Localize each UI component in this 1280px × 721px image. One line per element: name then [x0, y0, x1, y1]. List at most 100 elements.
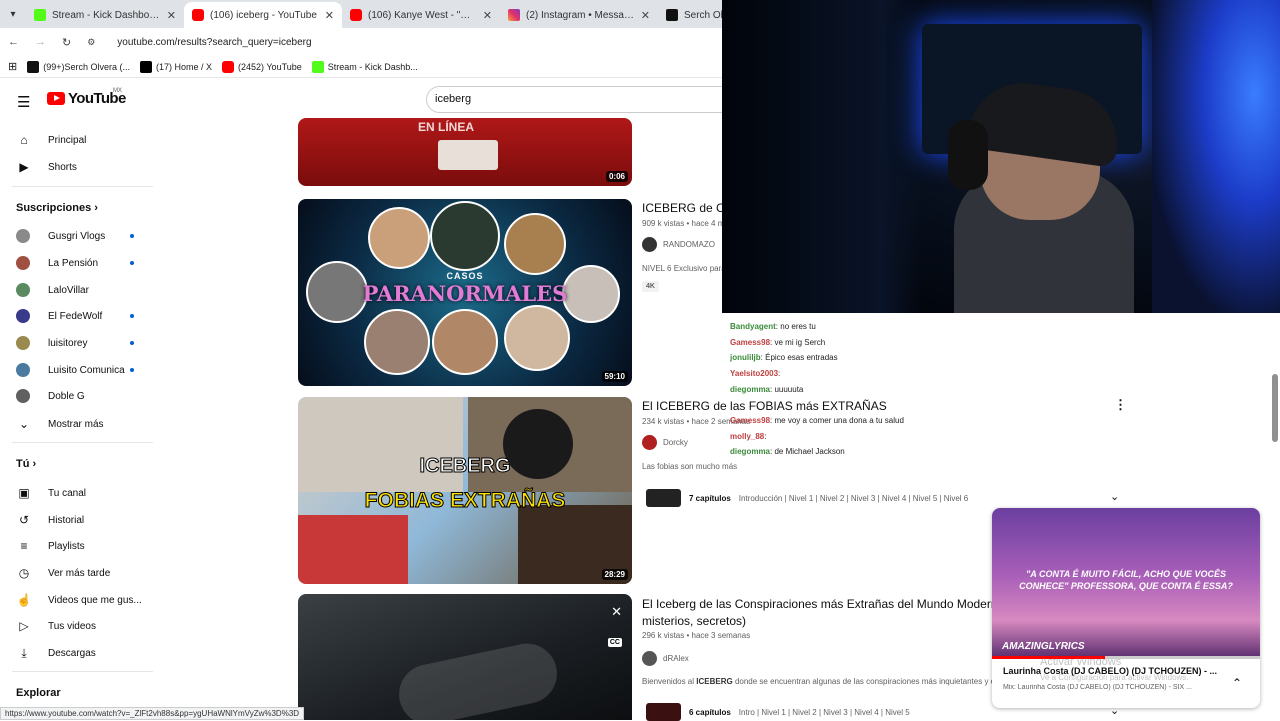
sidebar-sub-lapension[interactable]: La Pensión	[16, 256, 146, 270]
video-thumbnail[interactable]: EN LÍNEA 0:06	[298, 118, 632, 186]
search-input[interactable]: iceberg	[426, 86, 726, 113]
subscriptions-heading[interactable]: Suscripciones ›	[16, 202, 98, 214]
channel-link[interactable]: RANDOMAZO	[642, 237, 715, 252]
duration-badge: 28:29	[601, 569, 628, 580]
close-icon[interactable]: ✕	[641, 9, 650, 22]
tab-search-button[interactable]: ▾	[0, 0, 26, 28]
home-icon: ⌂	[20, 133, 28, 147]
blue-light	[1152, 0, 1280, 313]
kick-icon	[34, 9, 46, 21]
video-thumbnail[interactable]: ICEBERG FOBIAS EXTRAÑAS 28:29	[298, 397, 632, 584]
thumbnail-face	[368, 207, 430, 269]
bookmark-tiktok[interactable]: (99+)Serch Olvera (...	[27, 60, 130, 73]
bookmark-youtube[interactable]: (2452) YouTube	[222, 60, 302, 73]
sidebar-item-tus-videos[interactable]: ▷ Tus videos	[16, 618, 146, 634]
chat-message: Bandyagent: no eres tu	[730, 322, 816, 331]
progress-bar[interactable]	[992, 656, 1260, 659]
sidebar-item-descargas[interactable]: ⤓ Descargas	[16, 645, 146, 661]
forward-icon[interactable]: →	[35, 36, 46, 48]
status-bar-url: https://www.youtube.com/watch?v=_ZlFt2vh…	[0, 707, 305, 720]
quality-badge: 4K	[642, 281, 659, 292]
tab-instagram[interactable]: (2) Instagram • Messages ✕	[500, 2, 658, 28]
chat-message: jonuliljb: Épico esas entradas	[730, 353, 838, 362]
chat-message: Gamess98: ve mi ig Serch	[730, 338, 826, 347]
avatar	[16, 229, 30, 243]
sidebar-item-principal[interactable]: ⌂ Principal	[16, 132, 146, 148]
channel-link[interactable]: Dorcky	[642, 435, 688, 450]
chevron-down-icon: ⌄	[18, 417, 30, 431]
close-icon[interactable]: ✕	[167, 9, 176, 22]
avatar	[642, 435, 657, 450]
sidebar-item-shorts[interactable]: ▶ Shorts	[16, 159, 146, 175]
tab-youtube-kanye[interactable]: (106) Kanye West - "Come to Li✕	[342, 2, 500, 28]
sidebar-sub-dobleg[interactable]: Doble G	[16, 389, 146, 403]
mute-icon[interactable]: ✕	[611, 604, 622, 620]
you-heading[interactable]: Tú ›	[16, 458, 36, 470]
sidebar-sub-fedewolf[interactable]: El FedeWolf	[16, 309, 146, 323]
video-title[interactable]: El Iceberg de las Conspiraciones más Ext…	[642, 596, 994, 613]
video-thumbnail[interactable]: CASOS PARANORMALES 59:10	[298, 199, 632, 386]
youtube-logo[interactable]: YouTube MX	[47, 88, 126, 107]
channel-brand: AMAZINGLYRICS	[1002, 641, 1085, 652]
mini-player-video[interactable]: "A CONTA É MUITO FÁCIL, ACHO QUE VOCÊS C…	[992, 508, 1260, 658]
thumbnail-image	[438, 140, 498, 170]
avatar	[16, 363, 30, 377]
channel-link[interactable]: dRAlex	[642, 651, 689, 666]
avatar	[642, 651, 657, 666]
youtube-icon	[192, 9, 204, 21]
sidebar-sub-lalovillar[interactable]: LaloVillar	[16, 283, 146, 297]
close-icon[interactable]: ✕	[483, 9, 492, 22]
download-icon: ⤓	[21, 645, 27, 660]
sidebar-sub-luisitocomunica[interactable]: Luisito Comunica	[16, 363, 146, 377]
chevron-right-icon: ›	[94, 202, 98, 214]
sidebar-item-liked[interactable]: ☝ Videos que me gus...	[16, 592, 146, 608]
avatar	[16, 309, 30, 323]
url-field[interactable]: youtube.com/results?search_query=iceberg	[117, 37, 311, 48]
back-icon[interactable]: ←	[8, 36, 19, 48]
tiktok-icon	[666, 9, 678, 21]
channel-icon: ▣	[18, 486, 30, 500]
menu-icon[interactable]: ☰	[17, 93, 30, 111]
captions-icon[interactable]: CC	[607, 638, 622, 647]
sidebar-item-ver-mas-tarde[interactable]: ◷ Ver más tarde	[16, 565, 146, 581]
site-info-icon[interactable]: ⚙	[87, 37, 95, 48]
bookmark-x[interactable]: (17) Home / X	[140, 60, 212, 73]
webcam-background	[722, 0, 922, 313]
thumbnail-text: CASOS	[446, 271, 484, 281]
chat-message: molly_88:	[730, 432, 767, 441]
video-meta: 296 k vistas • hace 3 semanas	[642, 631, 751, 640]
tab-kick[interactable]: Stream - Kick Dashboard ✕	[26, 2, 184, 28]
close-icon[interactable]: ✕	[325, 9, 334, 22]
tab-youtube-iceberg[interactable]: (106) iceberg - YouTube ✕	[184, 2, 342, 28]
mini-player-subtitle: Mix: Laurinha Costa (DJ CABELO) (DJ TCHO…	[1003, 684, 1192, 691]
reload-icon[interactable]: ↻	[62, 36, 71, 49]
sidebar-sub-luisitorey[interactable]: luisitorey	[16, 336, 146, 350]
new-content-dot	[130, 341, 134, 345]
sidebar-item-historial[interactable]: ↺ Historial	[16, 512, 146, 528]
duration-badge: 0:06	[605, 171, 628, 182]
chat-message: Gamess98: me voy a comer una dona a tu s…	[730, 416, 904, 425]
thumbnail-text: ICEBERG	[419, 455, 511, 478]
sidebar-show-more[interactable]: ⌄ Mostrar más	[16, 416, 146, 432]
explore-heading: Explorar	[16, 687, 61, 699]
sidebar-item-tu-canal[interactable]: ▣ Tu canal	[16, 485, 146, 501]
video-thumbnail[interactable]: ✕ CC	[298, 594, 632, 720]
sidebar-item-playlists[interactable]: ≡ Playlists	[16, 538, 146, 554]
scrollbar-thumb[interactable]	[1272, 374, 1278, 442]
new-content-dot	[130, 314, 134, 318]
windows-watermark: Activar Windows	[1040, 656, 1122, 668]
video-title[interactable]: ICEBERG de CA	[642, 200, 733, 217]
x-icon	[140, 60, 152, 73]
youtube-icon	[350, 9, 362, 21]
thumbnail-image	[298, 515, 408, 584]
sidebar-sub-gusgri[interactable]: Gusgri Vlogs	[16, 229, 146, 243]
new-content-dot	[130, 234, 134, 238]
shorts-icon: ▶	[19, 160, 29, 174]
chat-message: Yaelsito2003:	[730, 369, 781, 378]
bookmark-kick[interactable]: Stream - Kick Dashb...	[311, 60, 418, 73]
video-icon: ▷	[19, 619, 29, 633]
apps-icon[interactable]: ⊞	[8, 60, 17, 73]
thumbnail-text: EN LÍNEA	[418, 120, 475, 134]
thumbnail-title: PARANORMALES	[362, 281, 568, 306]
thumbnail-face	[504, 213, 566, 275]
